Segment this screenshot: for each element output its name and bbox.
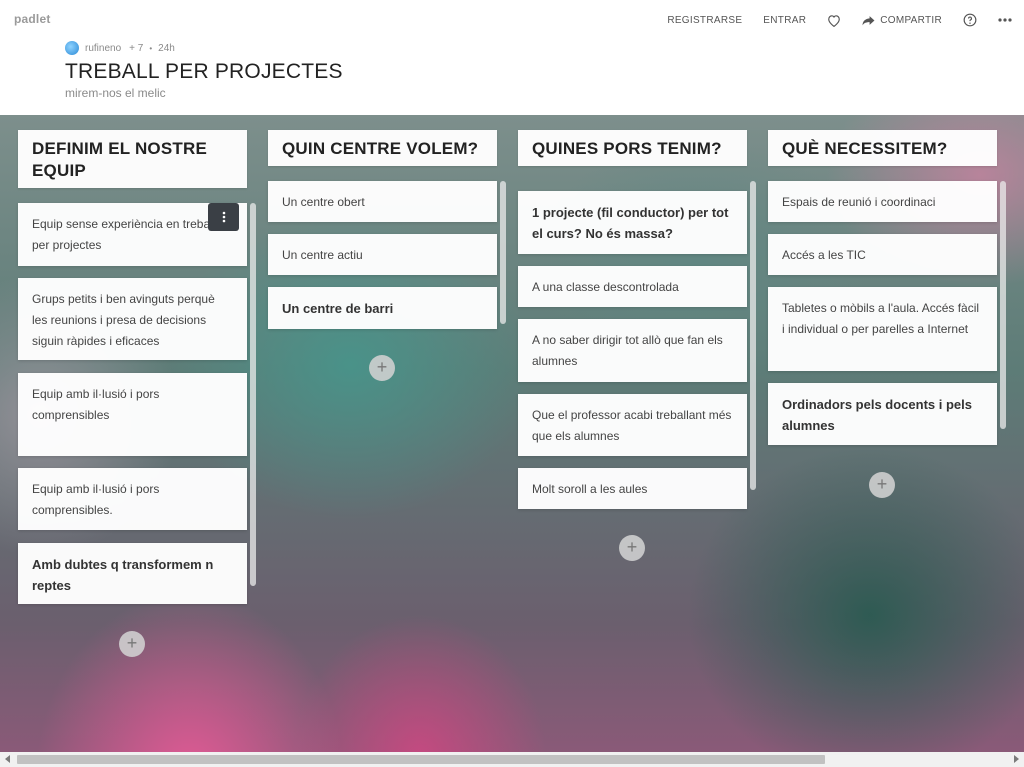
post-card[interactable]: Equip amb il·lusió i pors comprensibles. [18,468,247,530]
post-card[interactable]: A una classe descontrolada [518,266,747,307]
column-title[interactable]: QUINES PORS TENIM? [518,130,747,166]
post-text: Tabletes o mòbils a l'aula. Accés fàcil … [782,301,980,336]
login-link[interactable]: ENTRAR [763,15,806,26]
padlet-logo[interactable]: padlet [14,12,51,26]
post-card[interactable]: Ordinadors pels docents i pels alumnes [768,383,997,445]
add-post-button[interactable]: + [869,472,895,498]
post-text: Grups petits i ben avinguts perquè les r… [32,292,215,348]
top-bar: padlet REGISTRARSE ENTRAR COMPARTIR rufi… [0,0,1024,115]
post-text: Molt soroll a les aules [532,482,648,496]
register-link[interactable]: REGISTRARSE [667,15,742,26]
add-post-button[interactable]: + [369,355,395,381]
post-text: Un centre de barri [282,301,394,316]
meta-separator: • [149,43,153,53]
post-card[interactable]: Que el professor acabi treballant més qu… [518,394,747,456]
scrollbar-thumb[interactable] [17,755,825,764]
post-card[interactable]: Espais de reunió i coordinaci [768,181,997,222]
post-text: Un centre actiu [282,248,363,262]
page-subtitle: mirem-nos el melic [65,86,166,100]
vertical-dots-icon [222,211,225,223]
post-card[interactable]: Accés a les TIC [768,234,997,275]
padlet-wall: DEFINIM EL NOSTRE EQUIP Equip sense expe… [0,115,1024,752]
column-scrollbar[interactable] [1000,181,1006,429]
post-card[interactable]: Un centre obert [268,181,497,222]
post-card[interactable]: A no saber dirigir tot allò que fan els … [518,319,747,382]
post-card[interactable]: Grups petits i ben avinguts perquè les r… [18,278,247,360]
share-label: COMPARTIR [880,14,942,26]
share-button[interactable]: COMPARTIR [862,15,942,26]
post-menu-button[interactable] [208,203,239,231]
post-text: Equip sense experiència en treball per p… [32,217,216,252]
post-text: A una classe descontrolada [532,280,679,294]
column-title[interactable]: QUÈ NECESSITEM? [768,130,997,166]
scroll-right-arrow[interactable] [1014,755,1019,763]
post-card[interactable]: Un centre actiu [268,234,497,275]
share-arrow-icon [862,15,875,25]
author-name[interactable]: rufineno [85,43,121,54]
post-text: Que el professor acabi treballant més qu… [532,408,732,443]
horizontal-scrollbar[interactable] [0,752,1024,767]
column-quin-centre: QUIN CENTRE VOLEM? [268,130,497,166]
post-text: A no saber dirigir tot allò que fan els … [532,333,723,368]
post-card[interactable]: Molt soroll a les aules [518,468,747,509]
column-scrollbar[interactable] [250,203,256,586]
contributors-count[interactable]: + 7 [129,43,143,54]
column-que-necessitem: QUÈ NECESSITEM? [768,130,997,166]
add-post-button[interactable]: + [619,535,645,561]
post-card[interactable]: Equip sense experiència en treball per p… [18,203,247,266]
top-nav: REGISTRARSE ENTRAR COMPARTIR [646,12,1012,28]
column-title[interactable]: QUIN CENTRE VOLEM? [268,130,497,166]
post-text: 1 projecte (fil conductor) per tot el cu… [532,205,729,241]
column-quines-pors: QUINES PORS TENIM? [518,130,747,166]
post-card[interactable]: Un centre de barri [268,287,497,329]
post-text: Ordinadors pels docents i pels alumnes [782,397,972,433]
post-card[interactable]: Equip amb il·lusió i pors comprensibles [18,373,247,456]
author-avatar[interactable] [65,41,79,55]
post-text: Un centre obert [282,195,365,209]
heart-icon[interactable] [827,14,841,27]
help-icon[interactable] [963,13,977,27]
post-card[interactable]: 1 projecte (fil conductor) per tot el cu… [518,191,747,254]
post-text: Equip amb il·lusió i pors comprensibles [32,387,160,422]
padlet-meta: rufineno + 7 • 24h [65,41,175,55]
scroll-left-arrow[interactable] [5,755,10,763]
page-title: TREBALL PER PROJECTES [65,60,343,83]
post-card[interactable]: Amb dubtes q transformem n reptes [18,543,247,604]
post-card[interactable]: Tabletes o mòbils a l'aula. Accés fàcil … [768,287,997,371]
post-text: Equip amb il·lusió i pors comprensibles. [32,482,160,517]
column-scrollbar[interactable] [750,181,756,490]
more-icon[interactable] [998,18,1012,22]
column-scrollbar[interactable] [500,181,506,324]
post-text: Amb dubtes q transformem n reptes [32,557,214,593]
column-title[interactable]: DEFINIM EL NOSTRE EQUIP [18,130,247,188]
padlet-age: 24h [158,42,175,54]
column-definim-equip: DEFINIM EL NOSTRE EQUIP [18,130,247,188]
post-text: Accés a les TIC [782,248,866,262]
add-post-button[interactable]: + [119,631,145,657]
post-text: Espais de reunió i coordinaci [782,195,936,209]
